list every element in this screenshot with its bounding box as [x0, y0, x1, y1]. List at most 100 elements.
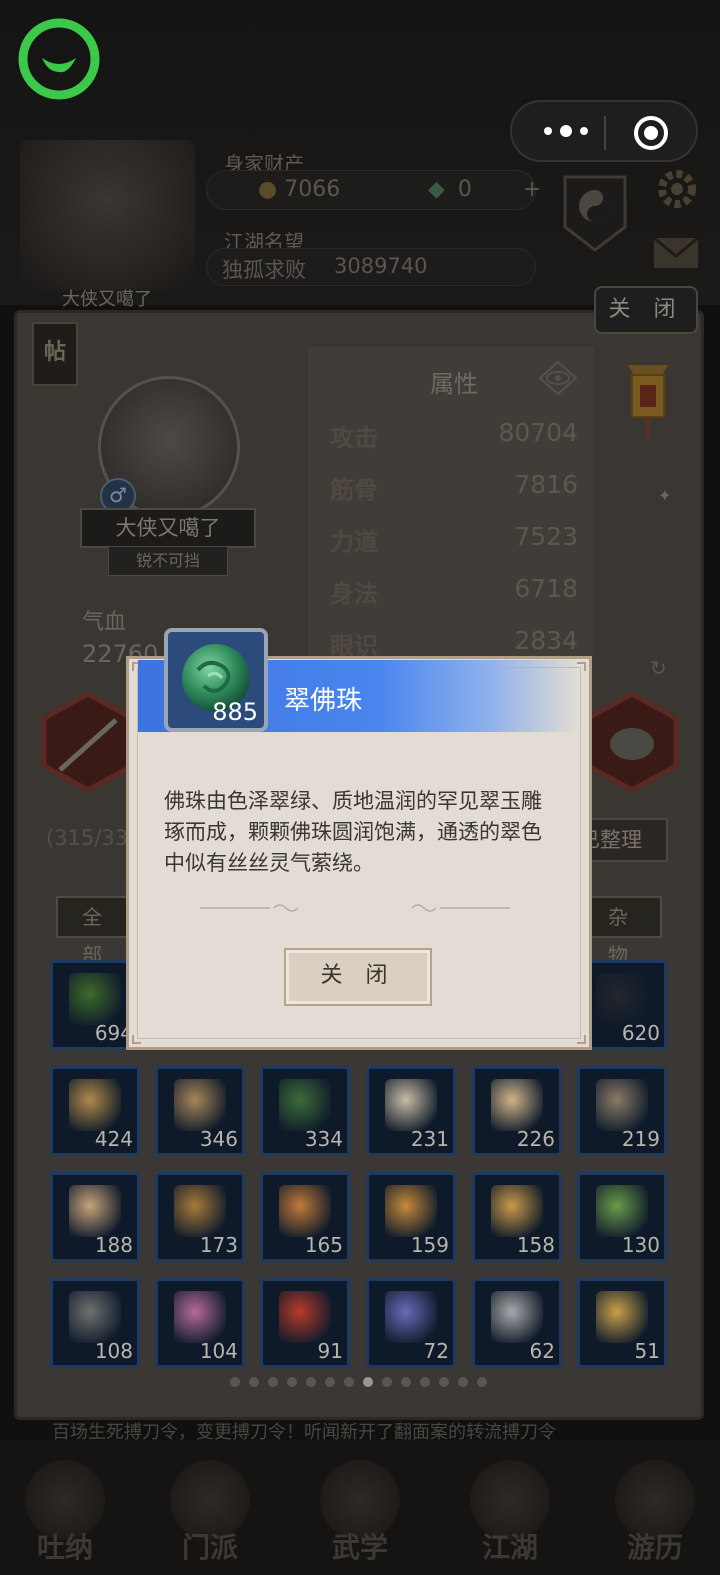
- item-count: 231: [410, 1127, 449, 1151]
- hp-label: 气血: [82, 610, 127, 635]
- nav-martial-arts[interactable]: 武学: [305, 1460, 415, 1570]
- attribute-value: 6718: [514, 574, 578, 603]
- post-card-icon[interactable]: 帖: [32, 322, 78, 386]
- inventory-slot[interactable]: 104: [155, 1278, 245, 1368]
- add-currency-icon[interactable]: +: [523, 177, 541, 202]
- item-count: 51: [634, 1339, 660, 1363]
- nav-sect[interactable]: 门派: [155, 1460, 265, 1570]
- close-miniprogram-icon[interactable]: [632, 114, 670, 152]
- inventory-slot[interactable]: 226: [472, 1066, 562, 1156]
- page-dot[interactable]: [287, 1377, 297, 1387]
- nav-jianghu[interactable]: 江湖: [455, 1460, 565, 1570]
- herb-leaf-icon: [69, 973, 121, 1025]
- letter-document-icon: [385, 1079, 437, 1131]
- inventory-slot[interactable]: 51: [577, 1278, 667, 1368]
- item-count: 346: [199, 1127, 238, 1151]
- wechat-logo-icon[interactable]: [18, 18, 100, 100]
- inventory-slot[interactable]: 62: [472, 1278, 562, 1368]
- mail-icon[interactable]: [652, 236, 700, 270]
- page-dot[interactable]: [477, 1377, 487, 1387]
- gold-amount: ● 7066: [258, 177, 341, 202]
- miniprogram-capsule: [510, 100, 698, 162]
- dialog-close-button[interactable]: 关 闭: [284, 948, 432, 1006]
- weapon-slot-icon[interactable]: [40, 690, 136, 794]
- item-count: 104: [199, 1339, 238, 1363]
- page-dot[interactable]: [344, 1377, 354, 1387]
- corner-ornament-icon: [132, 1035, 141, 1044]
- item-count: 130: [621, 1233, 660, 1257]
- inventory-slot[interactable]: 72: [366, 1278, 456, 1368]
- inventory-slot[interactable]: 346: [155, 1066, 245, 1156]
- attribute-title: 属性: [430, 370, 478, 398]
- item-count: 62: [529, 1339, 555, 1363]
- nav-label: 门派: [181, 1531, 238, 1564]
- item-count: 424: [94, 1127, 133, 1151]
- page-dot[interactable]: [230, 1377, 240, 1387]
- attribute-label: 身法: [330, 580, 378, 608]
- capsule-separator: [604, 116, 606, 150]
- bamboo-icon: [596, 1185, 648, 1237]
- inventory-slot[interactable]: 219: [577, 1066, 667, 1156]
- rouge-box-icon: [491, 1291, 543, 1343]
- page-dot[interactable]: [306, 1377, 316, 1387]
- hero-portrait[interactable]: [20, 140, 195, 290]
- corner-ornament-icon: [577, 1035, 586, 1044]
- inventory-slot[interactable]: 334: [260, 1066, 350, 1156]
- nav-label: 江湖: [481, 1531, 538, 1564]
- page-dot[interactable]: [439, 1377, 449, 1387]
- attribute-row-attack: 攻击 80704: [330, 418, 578, 458]
- gear-icon[interactable]: [654, 166, 700, 212]
- page-dot[interactable]: [249, 1377, 259, 1387]
- page-dot[interactable]: [382, 1377, 392, 1387]
- cloth-roll-icon: [69, 1185, 121, 1237]
- inventory-slot[interactable]: 108: [50, 1278, 140, 1368]
- item-count: 334: [304, 1127, 343, 1151]
- refresh-icon[interactable]: ↻: [650, 656, 667, 680]
- nav-label: 吐纳: [36, 1531, 93, 1564]
- page-dot[interactable]: [268, 1377, 278, 1387]
- attribute-label: 筋骨: [330, 476, 378, 504]
- inventory-slot[interactable]: 130: [577, 1172, 667, 1262]
- page-dot[interactable]: [458, 1377, 468, 1387]
- taiji-icon[interactable]: [560, 172, 630, 252]
- nav-travel[interactable]: 游历: [600, 1460, 710, 1570]
- mount-slot-icon[interactable]: [584, 690, 680, 794]
- inventory-slot[interactable]: 165: [260, 1172, 350, 1262]
- nav-breathing[interactable]: 吐纳: [10, 1460, 120, 1570]
- inventory-slot[interactable]: 231: [366, 1066, 456, 1156]
- map-paper-icon: [174, 1079, 226, 1131]
- panel-close-button[interactable]: 关 闭: [594, 286, 698, 334]
- item-count: 91: [317, 1339, 343, 1363]
- inventory-slot[interactable]: 159: [366, 1172, 456, 1262]
- attribute-label: 攻击: [330, 424, 378, 452]
- page-dot[interactable]: [363, 1377, 373, 1387]
- silk-roll-icon: [174, 1291, 226, 1343]
- item-count: 165: [304, 1233, 343, 1257]
- attribute-row-strength: 力道 7523: [330, 522, 578, 562]
- attribute-value: 2834: [514, 626, 578, 655]
- page-dot[interactable]: [325, 1377, 335, 1387]
- fame-value: 3089740: [334, 254, 428, 278]
- item-count: 219: [621, 1127, 660, 1151]
- attribute-value: 80704: [498, 418, 578, 447]
- firecracker-icon: [279, 1291, 331, 1343]
- page-dot[interactable]: [401, 1377, 411, 1387]
- nav-label: 游历: [626, 1531, 683, 1564]
- attribute-value: 7816: [514, 470, 578, 499]
- attribute-row-agility: 身法 6718: [330, 574, 578, 614]
- inventory-slot[interactable]: 173: [155, 1172, 245, 1262]
- lantern-icon[interactable]: [622, 355, 674, 445]
- page-dot[interactable]: [420, 1377, 430, 1387]
- horn-icon: [491, 1185, 543, 1237]
- inventory-slot[interactable]: 188: [50, 1172, 140, 1262]
- inventory-slot[interactable]: 91: [260, 1278, 350, 1368]
- black-crystal-icon: [596, 973, 648, 1025]
- more-options-icon[interactable]: [536, 116, 596, 146]
- eye-icon[interactable]: [536, 358, 580, 398]
- book-icon: [491, 1079, 543, 1131]
- item-name: 翠佛珠: [284, 686, 363, 716]
- inventory-slot[interactable]: 424: [50, 1066, 140, 1156]
- inventory-slot[interactable]: 158: [472, 1172, 562, 1262]
- sparkle-icon: ✦: [658, 486, 672, 505]
- item-description: 佛珠由色泽翠绿、质地温润的罕见翠玉雕琢而成，颗颗佛珠圆润饱满，通透的翠色中似有丝…: [164, 789, 542, 875]
